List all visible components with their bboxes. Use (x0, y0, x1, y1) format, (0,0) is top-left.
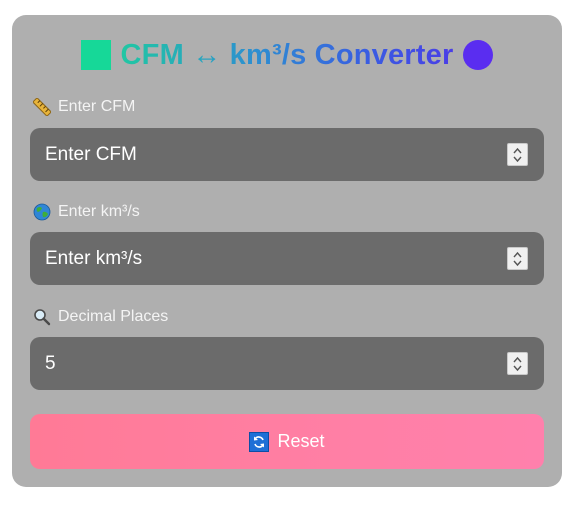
globe-icon (32, 202, 52, 222)
cfm-spinner[interactable] (507, 143, 528, 166)
purple-circle-icon (463, 40, 494, 70)
cfm-input-box (30, 128, 544, 181)
converter-card: CFM ↔ km³/s Converter Enter CFM Enter CF… (12, 15, 562, 487)
km3s-input[interactable] (30, 232, 505, 285)
page-title: CFM ↔ km³/s Converter (120, 38, 454, 71)
km3s-input-box (30, 232, 544, 285)
reset-button[interactable]: Reset (30, 414, 544, 469)
decimal-places-input-box (30, 337, 544, 390)
km3s-spinner[interactable] (507, 247, 528, 270)
refresh-icon (249, 431, 270, 452)
decimal-places-spinner[interactable] (507, 352, 528, 375)
spinner-arrows-icon (513, 251, 522, 266)
decimal-places-label-text: Decimal Places (58, 308, 169, 325)
cfm-input[interactable] (30, 128, 505, 181)
km3s-label: Enter km³/s (32, 202, 140, 222)
ruler-icon (32, 97, 52, 117)
cfm-label: Enter CFM (32, 97, 135, 117)
reset-label: Reset (277, 431, 325, 451)
decimal-places-label: Decimal Places (32, 307, 168, 327)
title-row: CFM ↔ km³/s Converter (12, 37, 562, 73)
spinner-arrows-icon (513, 356, 522, 371)
green-square-icon (80, 40, 111, 70)
magnifier-icon (32, 307, 52, 327)
spinner-arrows-icon (513, 147, 522, 162)
cfm-label-text: Enter CFM (58, 98, 136, 115)
km3s-label-text: Enter km³/s (58, 203, 140, 220)
decimal-places-input[interactable] (30, 337, 505, 390)
